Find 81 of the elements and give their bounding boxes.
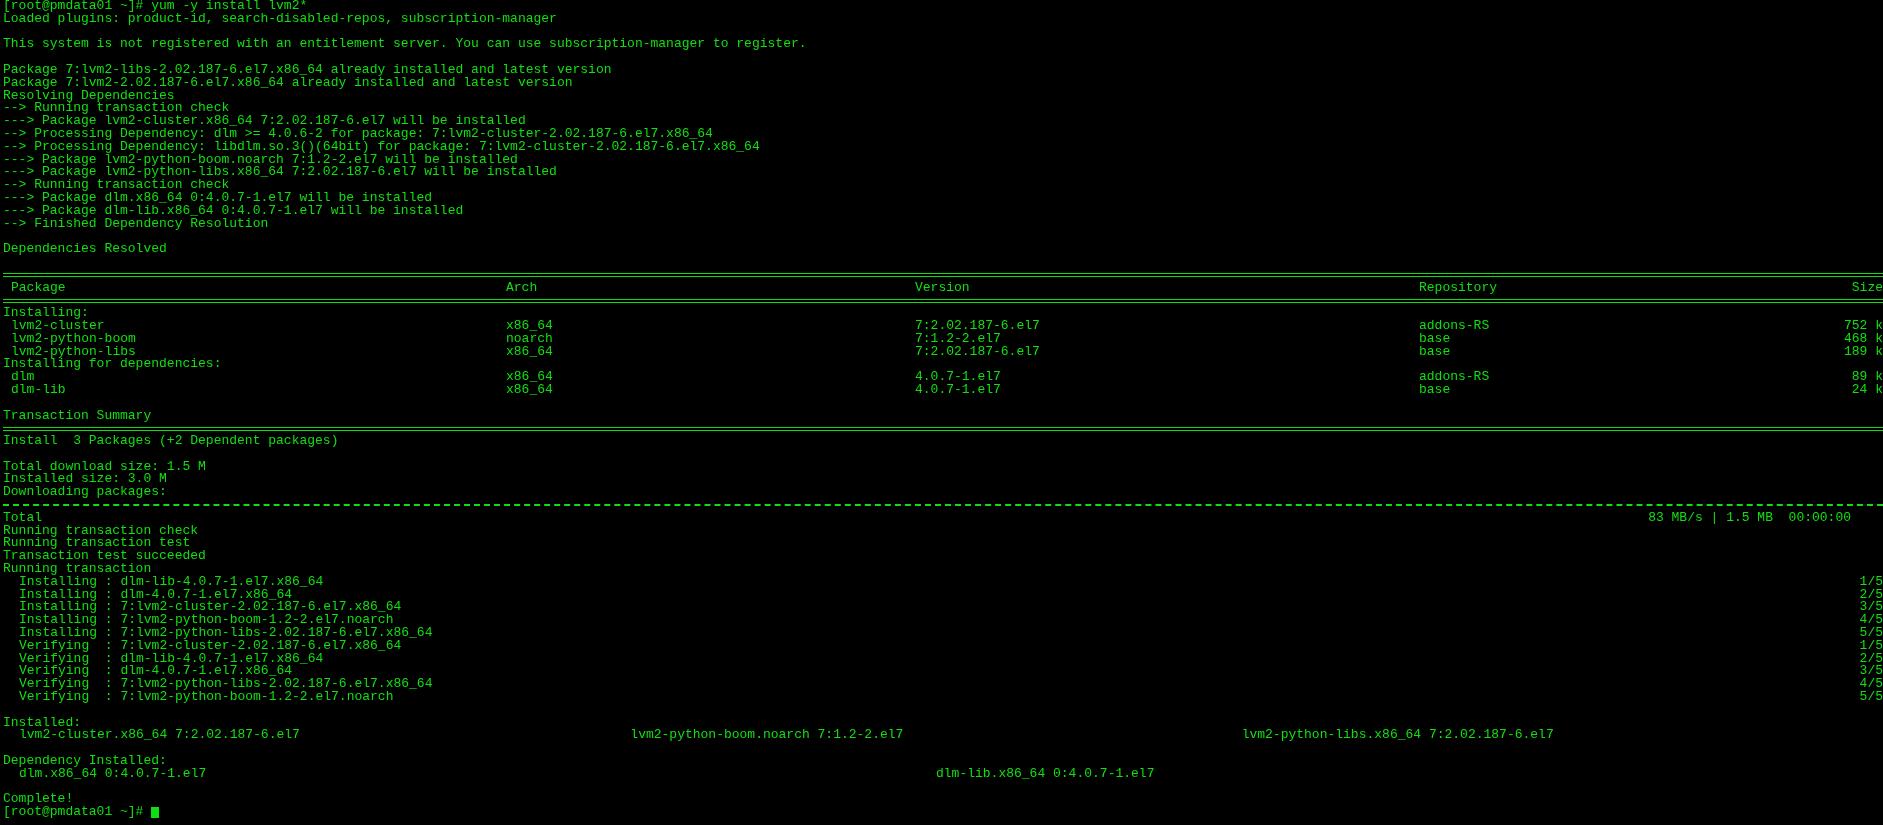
table-cell-text: x86_64 <box>506 371 554 384</box>
output-line: Downloading packages: <box>3 486 168 500</box>
column-header: Version <box>915 281 971 295</box>
output-line: Running transaction <box>3 563 152 576</box>
package-name: lvm2-cluster.x86_64 7:2.02.187-6.el7 <box>19 729 300 743</box>
table-cell-text: addons-RS <box>1419 371 1491 384</box>
output-line: Transaction Summary <box>3 409 153 423</box>
table-cell-text: x86_64 <box>506 319 554 333</box>
download-stats: 83 MB/s | 1.5 MB 00:00:00 <box>1648 511 1851 525</box>
step-counter: 3/5 <box>1859 665 1883 679</box>
table-cell-text: addons-RS <box>1419 319 1491 333</box>
step-counter: 5/5 <box>1859 627 1883 640</box>
output-line: Installed: <box>3 716 81 730</box>
table-cell: 189 k <box>1844 345 1883 359</box>
column-header: Repository <box>1419 281 1498 295</box>
table-cell-text: lvm2-python-boom <box>11 332 137 346</box>
output-line: Dependencies Resolved <box>3 243 168 256</box>
output-line: Running transaction check <box>3 524 200 538</box>
output-line: Package 7:lvm2-libs-2.02.187-6.el7.x86_64 already installed and latest version <box>3 64 613 77</box>
step-counter: 1/5 <box>1859 575 1883 589</box>
output-line: Total <box>3 511 42 525</box>
output-line: Transaction test succeeded <box>3 550 207 564</box>
output-line: Installing : dlm-lib-4.0.7-1.el7.x86_64 <box>19 575 324 589</box>
column-header: Arch <box>506 281 539 295</box>
output-line: Installing : dlm-4.0.7-1.el7.x86_64 <box>19 588 293 602</box>
output-line: [root@pmdata01 ~]# yum -y install lvm2* <box>3 0 309 13</box>
step-counter: 2/5 <box>1859 652 1883 666</box>
output-line: --> Processing Dependency: libdlm.so.3()(64bit) for package: 7:lvm2-cluster-2.02.187-6.el7.x86_64 <box>3 140 761 154</box>
table-cell: 24 k <box>1851 383 1883 397</box>
step-counter: 3/5 <box>1859 601 1883 615</box>
table-cell-text: 4.0.7-1.el7 <box>915 383 1002 397</box>
output-line: Total download size: 1.5 M <box>3 460 207 474</box>
output-line: Installing : 7:lvm2-python-boom-1.2-2.el7.noarch <box>19 614 394 628</box>
step-counter: 5/5 <box>1859 691 1883 704</box>
output-line: This system is not registered with an entitlement server. You can use subscription-manager to register. <box>3 38 808 52</box>
table-cell-text: 7:1.2-2.el7 <box>915 332 1002 346</box>
package-name: lvm2-python-boom.noarch 7:1.2-2.el7 <box>630 729 904 743</box>
output-line: Verifying : 7:lvm2-python-libs-2.02.187-6.el7.x86_64 <box>19 678 433 692</box>
output-line: Loaded plugins: product-id, search-disabled-repos, subscription-manager <box>3 12 558 26</box>
command-prompt: [root@pmdata01 ~]# <box>3 806 144 819</box>
table-cell-text: 4.0.7-1.el7 <box>915 371 1002 384</box>
table-cell-text: 7:2.02.187-6.el7 <box>915 319 1041 333</box>
output-line: Install 3 Packages (+2 Dependent packages) <box>3 435 340 448</box>
table-cell-text: x86_64 <box>506 383 554 397</box>
output-line: Verifying : 7:lvm2-python-boom-1.2-2.el7.noarch <box>19 691 394 704</box>
output-line: ---> Package dlm-lib.x86_64 0:4.0.7-1.el7 will be installed <box>3 204 465 218</box>
output-line: ---> Package dlm.x86_64 0:4.0.7-1.el7 will be installed <box>3 191 434 205</box>
table-cell-text: 7:2.02.187-6.el7 <box>915 345 1041 359</box>
table-cell-text: dlm <box>11 371 35 384</box>
column-header: Package <box>11 281 67 295</box>
output-line: ---> Package lvm2-cluster.x86_64 7:2.02.187-6.el7 will be installed <box>3 115 526 128</box>
output-line: --> Running transaction check <box>3 179 230 192</box>
output-line: --> Finished Dependency Resolution <box>3 217 270 231</box>
package-name: lvm2-python-libs.x86_64 7:2.02.187-6.el7 <box>1241 729 1554 743</box>
column-header: Size <box>1851 281 1883 295</box>
output-line: --> Processing Dependency: dlm >= 4.0.6-2 for package: 7:lvm2-cluster-2.02.187-6.el7.x86_64 <box>3 127 714 141</box>
output-line: Dependency Installed: <box>3 755 168 768</box>
table-cell-text: base <box>1419 383 1452 397</box>
table-cell: 752 k <box>1844 319 1883 333</box>
output-line: Installing : 7:lvm2-python-libs-2.02.187-6.el7.x86_64 <box>19 627 433 640</box>
table-cell-text: base <box>1419 345 1452 359</box>
output-line: Installing: <box>3 307 89 320</box>
table-cell-text: lvm2-cluster <box>11 319 106 333</box>
package-name: dlm-lib.x86_64 0:4.0.7-1.el7 <box>936 767 1155 781</box>
table-cell-text: dlm-lib <box>11 383 67 397</box>
output-line: Installing for dependencies: <box>3 358 223 372</box>
output-line: Package 7:lvm2-2.02.187-6.el7.x86_64 already installed and latest version <box>3 76 574 90</box>
output-line: Verifying : dlm-lib-4.0.7-1.el7.x86_64 <box>19 652 324 666</box>
output-line: Resolving Dependencies <box>3 89 175 103</box>
step-counter: 4/5 <box>1859 614 1883 628</box>
step-counter: 1/5 <box>1859 639 1883 653</box>
table-cell: 468 k <box>1844 332 1883 346</box>
package-name: dlm.x86_64 0:4.0.7-1.el7 <box>19 767 207 781</box>
table-cell-text: x86_64 <box>506 345 554 359</box>
table-cell-text: noarch <box>506 332 554 346</box>
table-cell-text: base <box>1419 332 1452 346</box>
step-counter: 4/5 <box>1859 678 1883 692</box>
output-line: Verifying : 7:lvm2-cluster-2.02.187-6.el7.x86_64 <box>19 639 402 653</box>
step-counter: 2/5 <box>1859 588 1883 602</box>
output-line: Installed size: 3.0 M <box>3 473 168 487</box>
table-cell: 89 k <box>1851 371 1883 384</box>
